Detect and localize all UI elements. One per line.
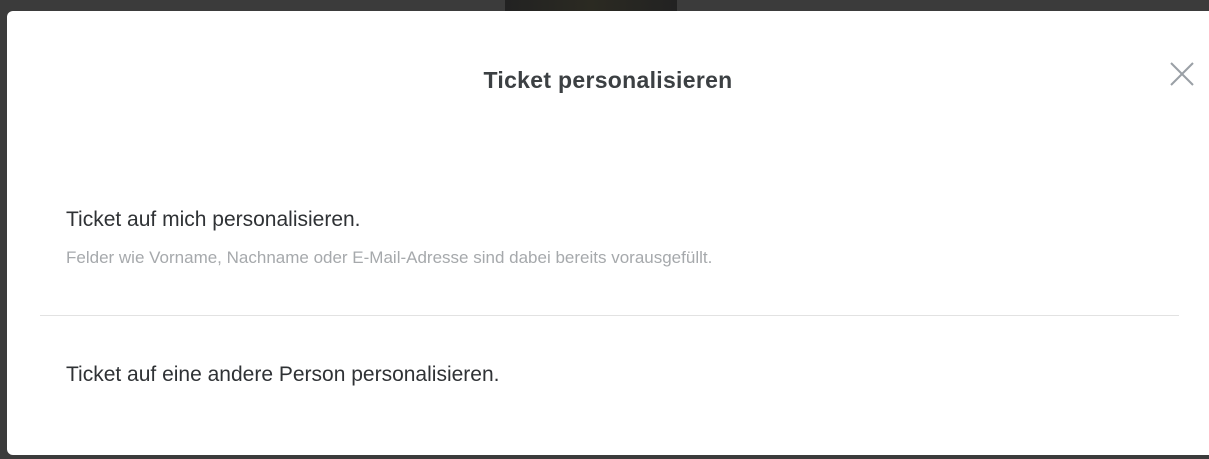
divider: [40, 315, 1179, 316]
option-personalize-other[interactable]: Ticket auf eine andere Person personalis…: [33, 322, 1173, 422]
close-button[interactable]: [1165, 57, 1199, 91]
option-hint: Felder wie Vorname, Nachname oder E-Mail…: [66, 248, 713, 267]
option-label: Ticket auf mich personalisieren.: [66, 208, 361, 231]
option-personalize-self[interactable]: Ticket auf mich personalisieren. Felder …: [33, 195, 1173, 315]
close-icon: [1170, 62, 1194, 86]
dialog-title: Ticket personalisieren: [483, 67, 733, 93]
option-label: Ticket auf eine andere Person personalis…: [66, 363, 500, 386]
